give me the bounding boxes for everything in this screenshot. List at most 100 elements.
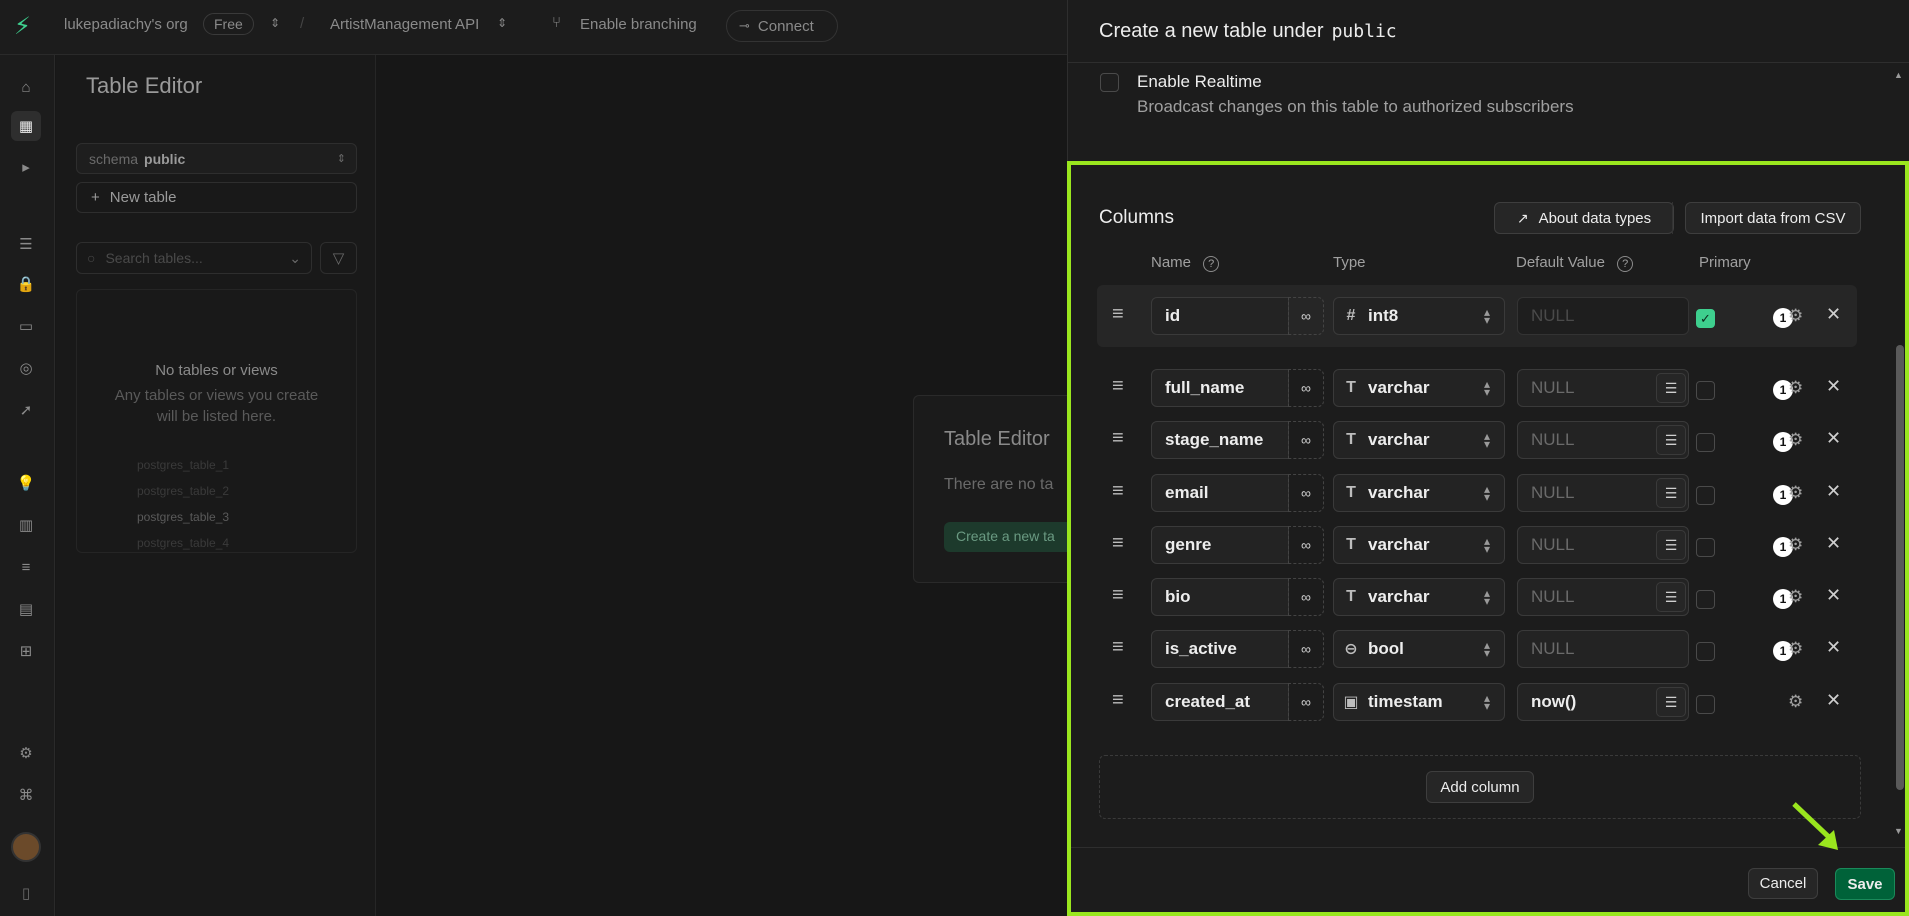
primary-key-checkbox[interactable]	[1696, 590, 1715, 609]
column-name-input[interactable]: stage_name	[1151, 421, 1289, 459]
foreign-key-link-button[interactable]: ∞	[1288, 630, 1324, 668]
suggestions-list-icon[interactable]: ☰	[1656, 425, 1686, 455]
settings-gear-icon[interactable]: ⚙	[11, 738, 41, 768]
default-value-input[interactable]: NULL ☰	[1517, 526, 1689, 564]
remove-column-close-icon[interactable]: ✕	[1826, 585, 1841, 606]
drag-handle-icon[interactable]: ≡	[1112, 303, 1124, 326]
suggestions-list-icon[interactable]: ☰	[1656, 373, 1686, 403]
help-circle-icon[interactable]: ?	[1203, 256, 1220, 272]
reports-icon[interactable]: ▥	[11, 510, 41, 540]
column-settings-gear-icon[interactable]: ⚙	[1788, 483, 1803, 503]
drag-handle-icon[interactable]: ≡	[1112, 689, 1124, 712]
drag-handle-icon[interactable]: ≡	[1112, 636, 1124, 659]
column-settings-gear-icon[interactable]: ⚙	[1788, 639, 1803, 659]
primary-key-checkbox[interactable]	[1696, 538, 1715, 557]
column-settings-gear-icon[interactable]: ⚙	[1788, 306, 1803, 326]
default-value-input[interactable]: NULL ☰	[1517, 369, 1689, 407]
schema-selector[interactable]: schema public ⇕	[76, 143, 357, 174]
edge-functions-icon[interactable]: ➚	[11, 395, 41, 425]
column-settings-gear-icon[interactable]: ⚙	[1788, 692, 1803, 712]
user-avatar[interactable]	[11, 832, 41, 862]
database-icon[interactable]: ☰	[11, 229, 41, 259]
remove-column-close-icon[interactable]: ✕	[1826, 637, 1841, 658]
column-type-select[interactable]: Tvarchar ▴ ▾	[1333, 421, 1505, 459]
project-switch-icon[interactable]: ⇕	[497, 16, 507, 30]
column-name-input[interactable]: is_active	[1151, 630, 1289, 668]
remove-column-close-icon[interactable]: ✕	[1826, 304, 1841, 325]
storage-icon[interactable]: ▭	[11, 311, 41, 341]
cancel-button[interactable]: Cancel	[1748, 868, 1818, 899]
default-value-input[interactable]: NULL ☰	[1517, 474, 1689, 512]
realtime-icon[interactable]: ◎	[11, 353, 41, 383]
create-table-button[interactable]: Create a new ta	[944, 522, 1067, 552]
default-value-input[interactable]: now() ☰	[1517, 683, 1689, 721]
column-name-input[interactable]: email	[1151, 474, 1289, 512]
primary-key-checkbox[interactable]	[1696, 381, 1715, 400]
default-value-input[interactable]: NULL	[1517, 297, 1689, 335]
about-data-types-button[interactable]: ↗ About data types	[1494, 202, 1674, 234]
column-name-input[interactable]: id	[1151, 297, 1289, 335]
column-name-input[interactable]: created_at	[1151, 683, 1289, 721]
foreign-key-link-button[interactable]: ∞	[1288, 369, 1324, 407]
advisors-bulb-icon[interactable]: 💡	[11, 468, 41, 498]
drag-handle-icon[interactable]: ≡	[1112, 584, 1124, 607]
column-type-select[interactable]: Tvarchar ▴ ▾	[1333, 369, 1505, 407]
remove-column-close-icon[interactable]: ✕	[1826, 376, 1841, 397]
column-type-select[interactable]: ▣ timestam ▴ ▾	[1333, 683, 1505, 721]
api-docs-icon[interactable]: ▤	[11, 594, 41, 624]
table-editor-icon[interactable]: ▦	[11, 111, 41, 141]
suggestions-list-icon[interactable]: ☰	[1656, 530, 1686, 560]
org-name[interactable]: lukepadiachy's org	[64, 16, 188, 33]
home-icon[interactable]: ⌂	[11, 72, 41, 102]
logs-icon[interactable]: ≡	[11, 552, 41, 582]
drag-handle-icon[interactable]: ≡	[1112, 480, 1124, 503]
column-name-input[interactable]: full_name	[1151, 369, 1289, 407]
column-name-input[interactable]: genre	[1151, 526, 1289, 564]
remove-column-close-icon[interactable]: ✕	[1826, 533, 1841, 554]
default-value-input[interactable]: NULL ☰	[1517, 421, 1689, 459]
foreign-key-link-button[interactable]: ∞	[1288, 297, 1324, 335]
primary-key-checkbox[interactable]	[1696, 695, 1715, 714]
suggestions-list-icon[interactable]: ☰	[1656, 582, 1686, 612]
default-value-input[interactable]: NULL ☰	[1517, 578, 1689, 616]
column-type-select[interactable]: ⊖ bool ▴ ▾	[1333, 630, 1505, 668]
default-value-input[interactable]: NULL	[1517, 630, 1689, 668]
suggestions-list-icon[interactable]: ☰	[1656, 478, 1686, 508]
chevrons-down-icon[interactable]: ⌄	[289, 250, 301, 267]
auth-lock-icon[interactable]: 🔒	[11, 269, 41, 299]
import-csv-button[interactable]: Import data from CSV	[1685, 202, 1861, 234]
project-name[interactable]: ArtistManagement API	[330, 16, 479, 33]
column-settings-gear-icon[interactable]: ⚙	[1788, 430, 1803, 450]
remove-column-close-icon[interactable]: ✕	[1826, 428, 1841, 449]
remove-column-close-icon[interactable]: ✕	[1826, 690, 1841, 711]
drag-handle-icon[interactable]: ≡	[1112, 427, 1124, 450]
help-circle-icon[interactable]: ?	[1617, 256, 1634, 272]
primary-key-checkbox[interactable]	[1696, 642, 1715, 661]
foreign-key-link-button[interactable]: ∞	[1288, 526, 1324, 564]
command-icon[interactable]: ⌘	[11, 780, 41, 810]
realtime-checkbox[interactable]	[1100, 73, 1119, 92]
supabase-logo-icon[interactable]: ⚡	[14, 13, 31, 41]
column-type-select[interactable]: Tvarchar ▴ ▾	[1333, 526, 1505, 564]
scrollbar[interactable]: ▲ ▼	[1893, 70, 1907, 840]
column-settings-gear-icon[interactable]: ⚙	[1788, 378, 1803, 398]
column-name-input[interactable]: bio	[1151, 578, 1289, 616]
add-column-button[interactable]: Add column	[1426, 771, 1534, 803]
collapse-sidebar-icon[interactable]: ▯	[11, 878, 41, 908]
enable-branching-button[interactable]: Enable branching	[580, 16, 697, 33]
foreign-key-link-button[interactable]: ∞	[1288, 578, 1324, 616]
column-settings-gear-icon[interactable]: ⚙	[1788, 587, 1803, 607]
primary-key-checkbox[interactable]: ✓	[1696, 309, 1715, 328]
drag-handle-icon[interactable]: ≡	[1112, 532, 1124, 555]
filter-button[interactable]: ▽	[320, 242, 357, 274]
integrations-icon[interactable]: ⊞	[11, 636, 41, 666]
scroll-thumb[interactable]	[1896, 345, 1904, 790]
scroll-down-arrow[interactable]: ▼	[1894, 826, 1903, 836]
drag-handle-icon[interactable]: ≡	[1112, 375, 1124, 398]
remove-column-close-icon[interactable]: ✕	[1826, 481, 1841, 502]
org-switch-icon[interactable]: ⇕	[270, 16, 280, 30]
search-tables-input[interactable]: ○ Search tables... ⌄	[76, 242, 312, 274]
sql-editor-icon[interactable]: ▸	[11, 152, 41, 182]
foreign-key-link-button[interactable]: ∞	[1288, 474, 1324, 512]
column-type-select[interactable]: Tvarchar ▴ ▾	[1333, 474, 1505, 512]
